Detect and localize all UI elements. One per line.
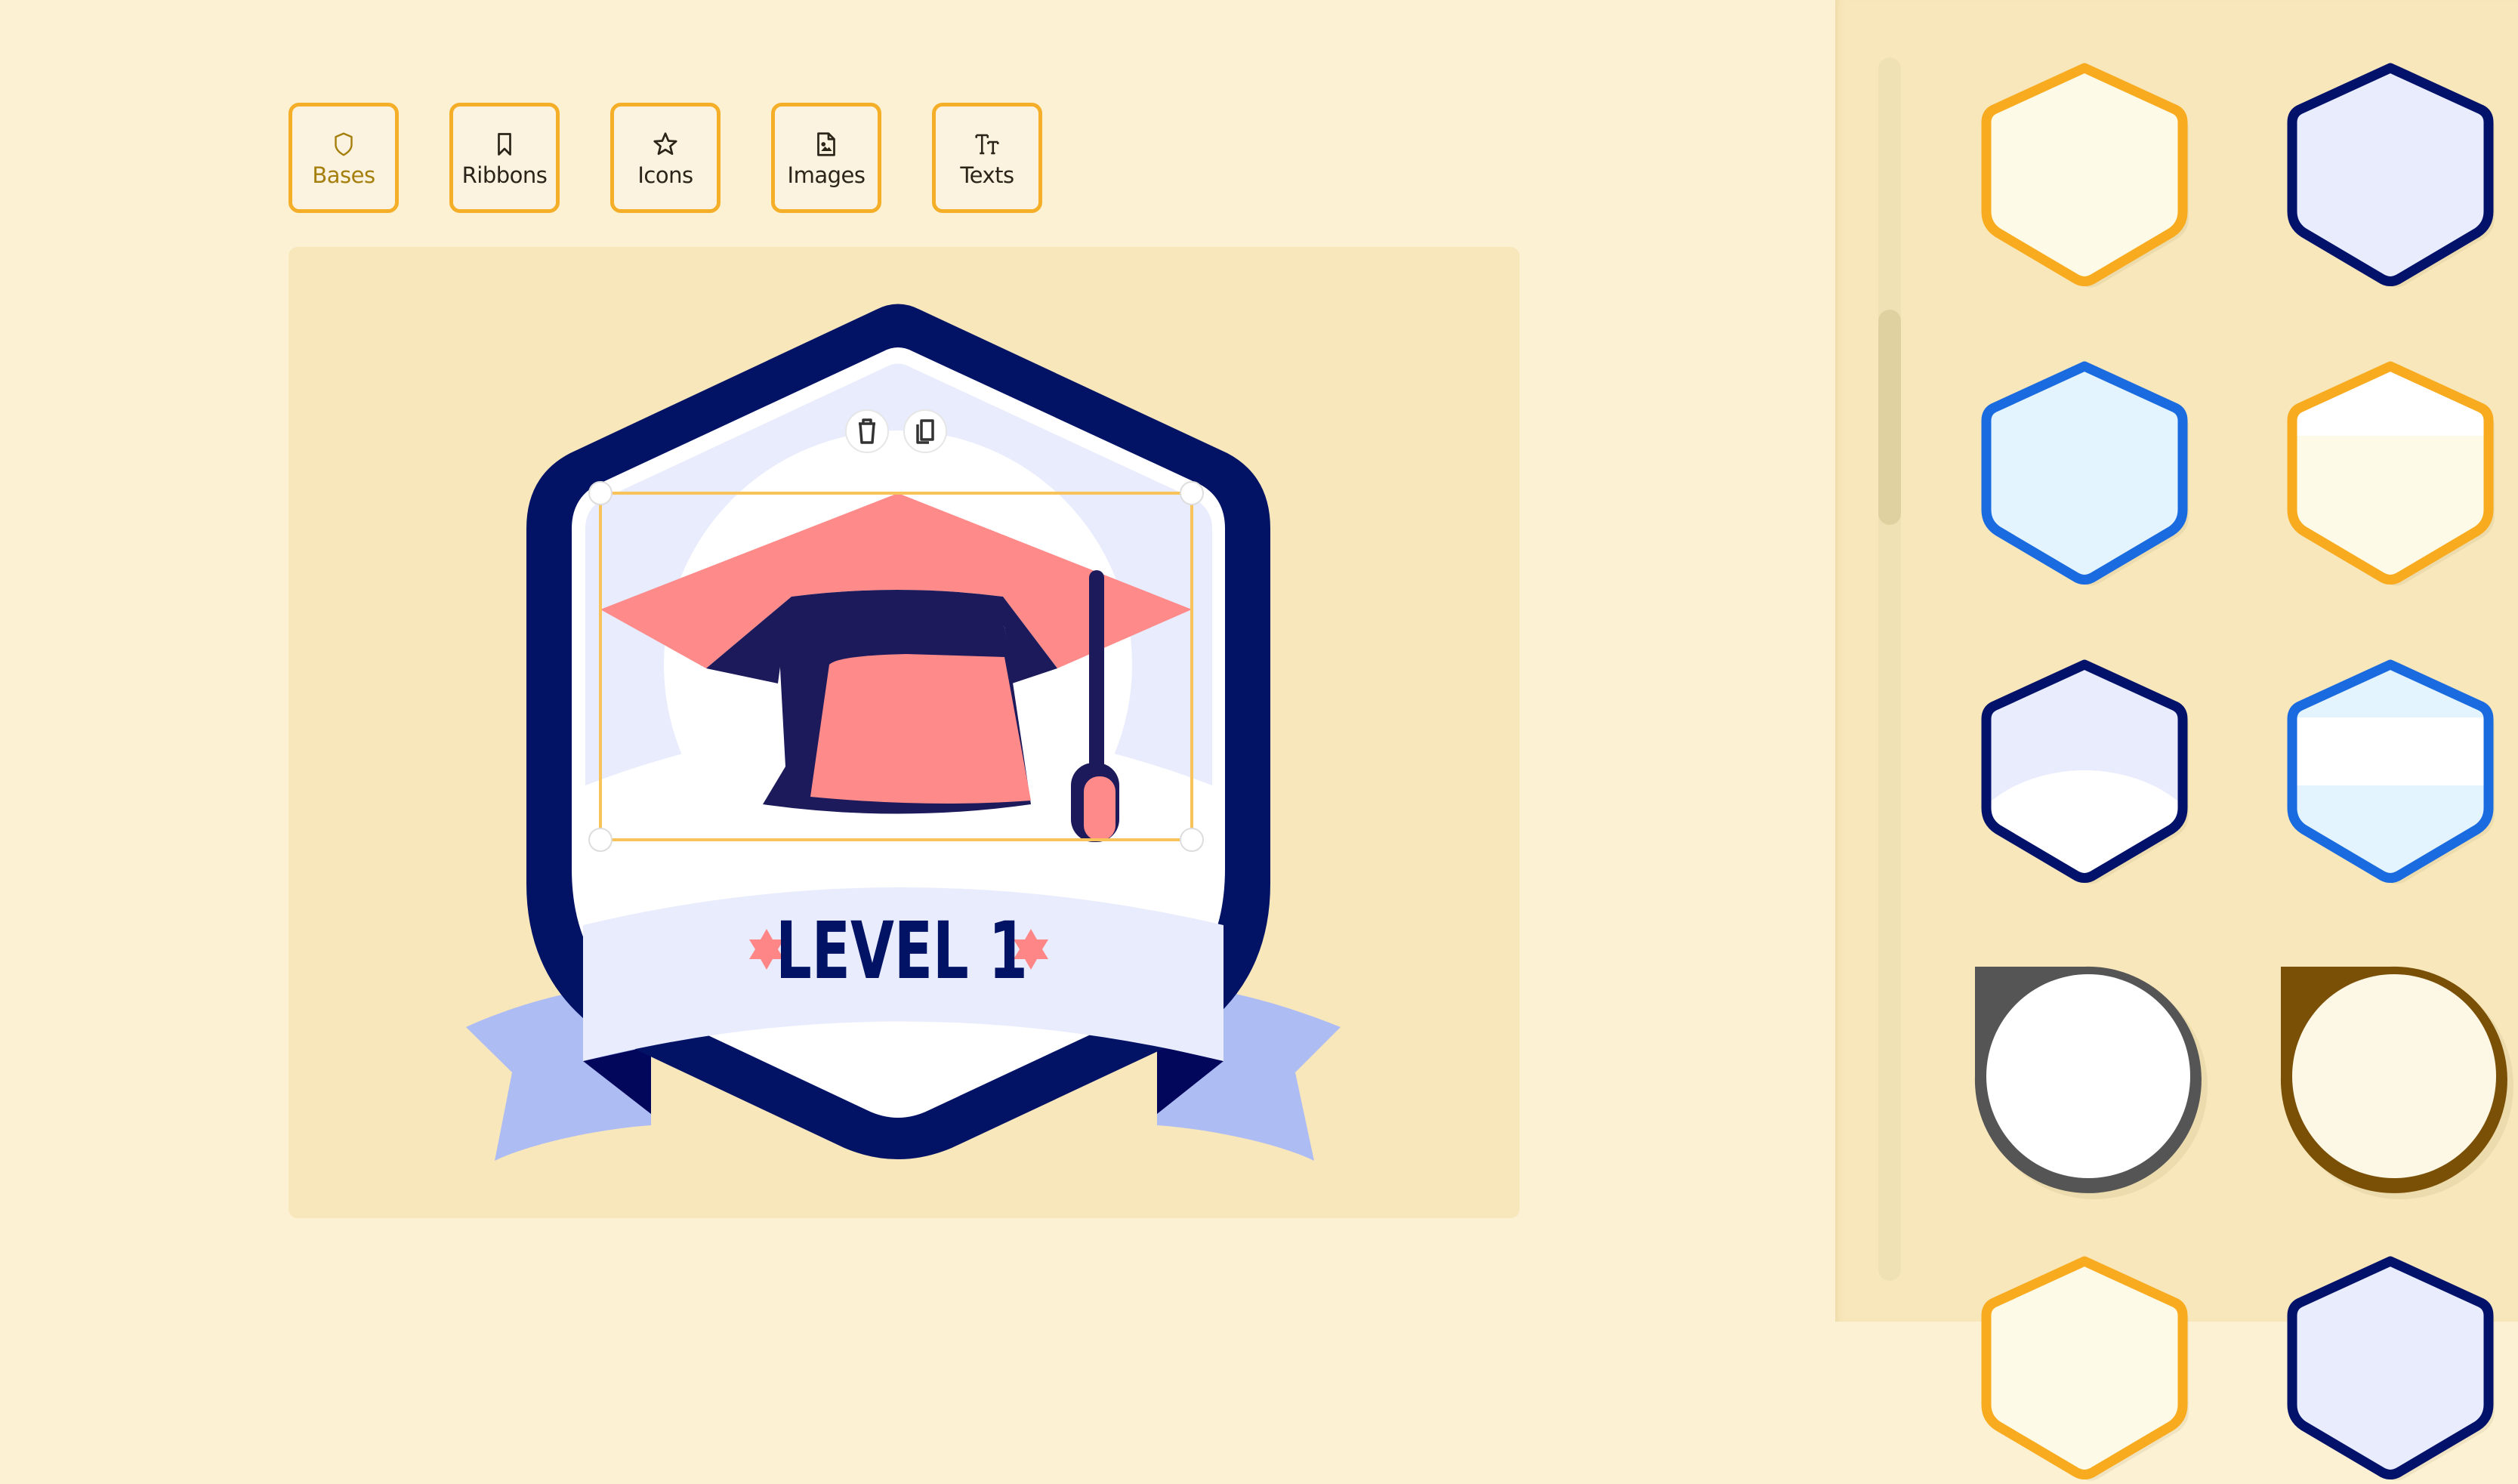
hexagon-base-icon	[2287, 63, 2495, 288]
hexagon-base-icon	[1981, 659, 2189, 884]
circle-tab-base-icon	[1974, 966, 2208, 1199]
hexagon-base-icon	[2287, 1256, 2495, 1481]
tab-label: Icons	[637, 162, 693, 188]
hexagon-base-icon	[2287, 361, 2495, 586]
base-option-hexagon[interactable]	[2277, 1246, 2504, 1481]
tab-icons[interactable]: Icons	[610, 103, 721, 213]
base-option-hexagon[interactable]	[1971, 53, 2198, 288]
element-toolbar: Bases Ribbons Icons Images Texts	[289, 103, 1042, 213]
image-file-icon	[817, 132, 835, 156]
tab-texts[interactable]: Texts	[932, 103, 1042, 213]
resize-handle-bottom-right[interactable]	[1180, 828, 1204, 852]
star-icon	[653, 132, 677, 156]
design-canvas[interactable]: LEVEL 1	[289, 247, 1520, 1218]
resize-handle-bottom-left[interactable]	[588, 828, 613, 852]
badge: LEVEL 1	[466, 304, 1341, 1161]
bases-panel	[1835, 0, 2518, 1481]
scrollbar-thumb[interactable]	[1878, 309, 1901, 525]
scrollbar-track[interactable]	[1878, 57, 1901, 1281]
tab-label: Bases	[312, 162, 375, 188]
delete-button[interactable]	[845, 409, 889, 453]
bookmark-icon	[498, 133, 511, 156]
resize-handle-top-left[interactable]	[588, 481, 613, 505]
shield-icon	[335, 132, 353, 156]
circle-tab-base-icon	[2280, 966, 2513, 1199]
hexagon-base-icon	[1981, 63, 2189, 288]
base-option-hexagon[interactable]	[2277, 649, 2504, 884]
base-option-hexagon[interactable]	[2277, 351, 2504, 586]
tab-ribbons[interactable]: Ribbons	[449, 103, 560, 213]
resize-handle-top-right[interactable]	[1180, 481, 1204, 505]
text-size-icon	[975, 134, 999, 155]
hexagon-base-icon	[1981, 361, 2189, 586]
duplicate-button[interactable]	[903, 409, 947, 453]
base-option-hexagon[interactable]	[1971, 649, 2198, 884]
base-option-hexagon[interactable]	[2277, 53, 2504, 288]
base-option-circle-tab[interactable]	[2277, 948, 2513, 1199]
base-option-hexagon[interactable]	[1971, 351, 2198, 586]
hexagon-base-icon	[2287, 659, 2495, 884]
tab-label: Images	[787, 162, 866, 188]
tab-label: Texts	[960, 162, 1014, 188]
tab-bases[interactable]: Bases	[289, 103, 399, 213]
tab-images[interactable]: Images	[771, 103, 881, 213]
base-option-hexagon[interactable]	[1971, 1246, 2198, 1481]
badge-title-text[interactable]: LEVEL 1	[776, 906, 1028, 998]
tab-label: Ribbons	[461, 162, 548, 188]
hexagon-base-icon	[1981, 1256, 2189, 1481]
base-option-circle-tab[interactable]	[1971, 948, 2208, 1199]
